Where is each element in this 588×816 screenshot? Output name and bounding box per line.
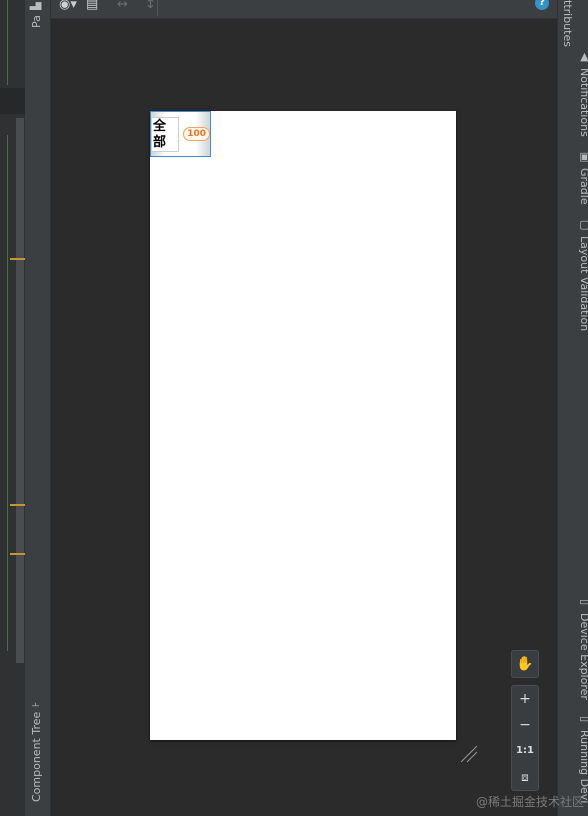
layout-validation-tab[interactable]: ▢ Layout Validation [578, 218, 588, 331]
design-canvas[interactable]: 全部 100 [51, 19, 557, 816]
attributes-tab[interactable]: ttributes [561, 0, 574, 47]
left-tool-strip: Pa ▙ Component Tree ⊦ [25, 0, 51, 816]
device-explorer-tab[interactable]: ▭ Device Explorer [578, 595, 588, 700]
device-explorer-icon: ▭ [578, 595, 588, 608]
layout-validation-label: Layout Validation [578, 236, 588, 332]
change-marker [10, 504, 25, 506]
pan-button[interactable]: ✋ [511, 650, 539, 678]
device-preview[interactable]: 全部 100 [150, 111, 456, 740]
layout-icon[interactable]: ▤ [86, 0, 98, 12]
notifications-icon: ▲ [578, 50, 588, 63]
gutter-line [7, 135, 8, 651]
design-toolbar: ◉▾ ▤ ↔ ↕ ? [51, 0, 557, 19]
zoom-out-button[interactable]: − [512, 712, 538, 738]
gradle-label: Gradle [578, 168, 588, 205]
palette-tab[interactable]: Pa ▙ [30, 0, 43, 28]
palette-label: Pa [30, 15, 43, 28]
editor-scrollbar[interactable] [16, 118, 24, 663]
count-badge: 100 [183, 127, 210, 141]
change-marker [10, 258, 25, 260]
help-icon[interactable]: ? [535, 0, 549, 10]
running-devices-tab[interactable]: ▭ Running Devi [578, 712, 588, 803]
selected-view[interactable]: 全部 100 [150, 111, 211, 157]
gutter-band [0, 88, 25, 114]
gradle-tab[interactable]: ▣ Gradle [578, 150, 588, 205]
eye-icon[interactable]: ◉▾ [59, 0, 77, 12]
zoom-in-button[interactable]: + [512, 686, 538, 712]
expand-vertical-icon[interactable]: ↕ [145, 0, 156, 12]
palette-icon: ▙ [31, 2, 42, 11]
right-tool-strip: ttributes ▲ Notifications ▣ Gradle ▢ Lay… [557, 0, 588, 816]
actual-size-button[interactable]: 1:1 [512, 738, 538, 764]
gutter-line [7, 0, 8, 85]
editor-gutter [0, 0, 25, 816]
device-explorer-label: Device Explorer [578, 613, 588, 700]
gradle-icon: ▣ [578, 150, 588, 163]
component-tree-tab[interactable]: Component Tree ⊦ [30, 692, 43, 803]
layout-validation-icon: ▢ [578, 218, 588, 231]
watermark: @稀土掘金技术社区 [475, 795, 584, 809]
fit-screen-icon[interactable]: ⧈ [512, 764, 538, 790]
running-devices-icon: ▭ [578, 712, 588, 725]
change-marker [10, 553, 25, 555]
component-tree-label: Component Tree [30, 711, 43, 802]
resize-handle-icon[interactable] [459, 744, 479, 764]
expand-horizontal-icon[interactable]: ↔ [117, 0, 128, 12]
notifications-tab[interactable]: ▲ Notifications [578, 50, 588, 137]
notifications-label: Notifications [578, 68, 588, 137]
toolbar-divider [157, 0, 158, 16]
zoom-controls: + − 1:1 ⧈ [511, 685, 539, 791]
hand-icon: ✋ [516, 656, 534, 672]
attributes-label: ttributes [561, 0, 574, 47]
tab-all-label[interactable]: 全部 [151, 116, 180, 152]
component-tree-icon: ⊦ [31, 701, 42, 707]
